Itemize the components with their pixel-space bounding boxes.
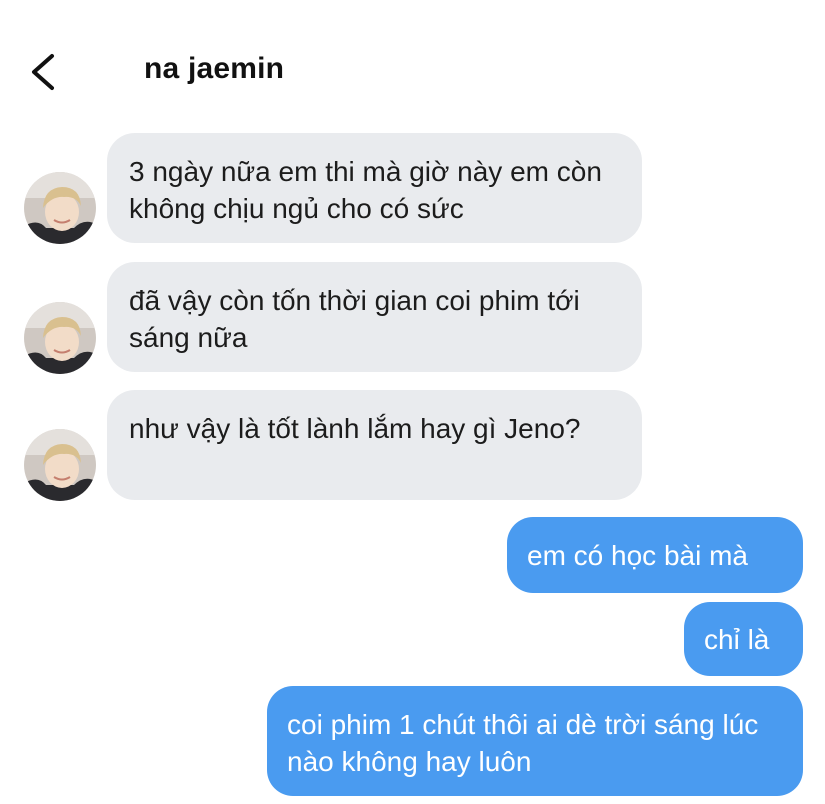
chat-header: na jaemin <box>0 0 825 120</box>
contact-avatar[interactable] <box>24 429 96 501</box>
message-incoming[interactable]: đã vậy còn tốn thời gian coi phim tới sá… <box>107 262 642 372</box>
contact-avatar[interactable] <box>24 302 96 374</box>
chevron-left-icon <box>32 54 54 90</box>
message-outgoing[interactable]: coi phim 1 chút thôi ai dè trời sáng lúc… <box>267 686 803 796</box>
back-button[interactable] <box>26 50 62 94</box>
message-outgoing[interactable]: chỉ là <box>684 602 803 676</box>
message-incoming[interactable]: như vậy là tốt lành lắm hay gì Jeno? <box>107 390 642 500</box>
contact-name[interactable]: na jaemin <box>144 52 284 86</box>
message-outgoing[interactable]: em có học bài mà <box>507 517 803 593</box>
contact-avatar[interactable] <box>24 172 96 244</box>
message-incoming[interactable]: 3 ngày nữa em thi mà giờ này em còn khôn… <box>107 133 642 243</box>
